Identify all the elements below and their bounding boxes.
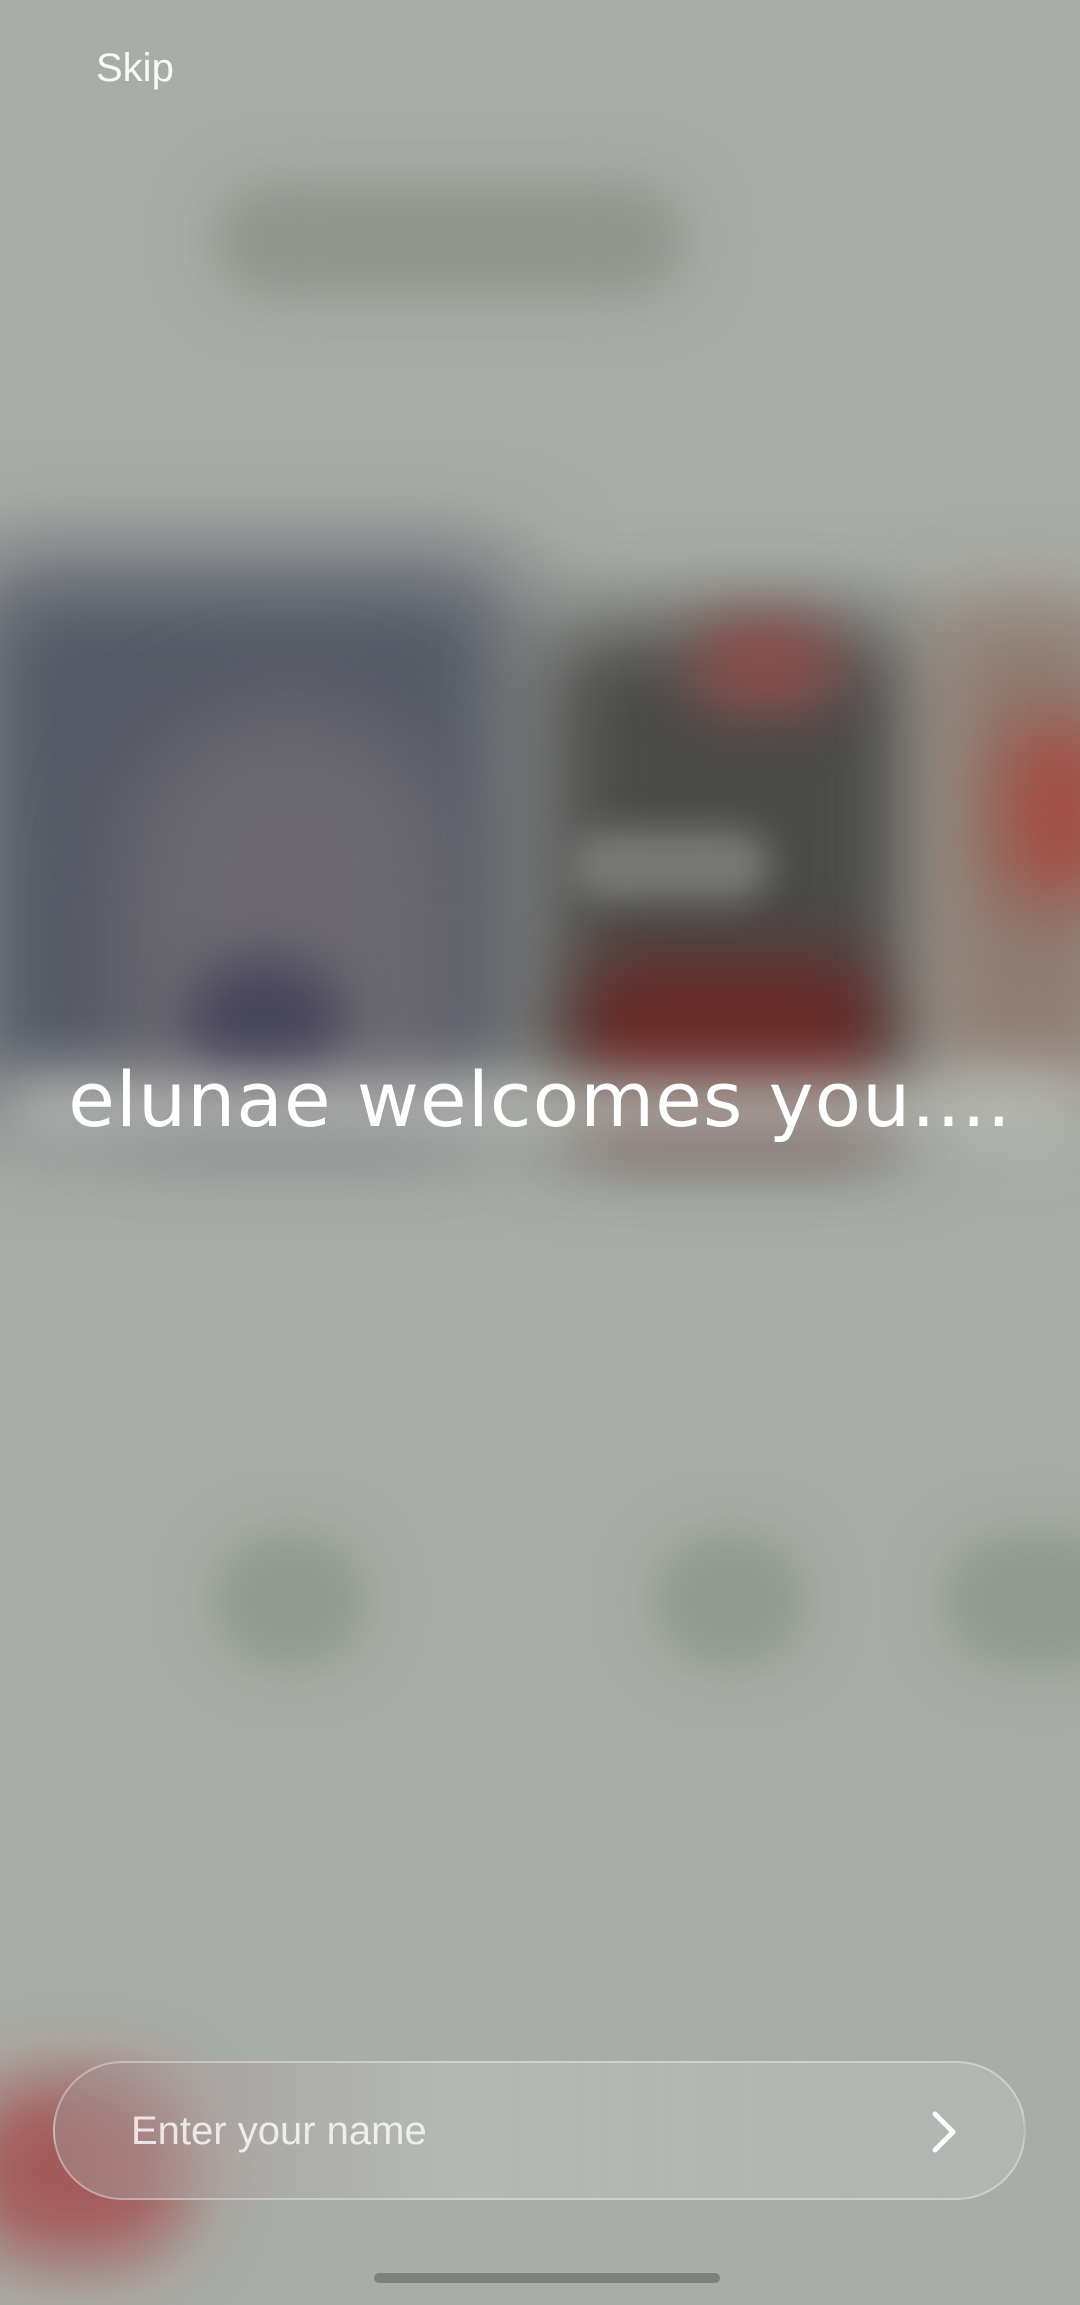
name-entry-bar — [53, 2061, 1026, 2200]
blurred-header-shape — [210, 180, 690, 300]
submit-name-button[interactable] — [910, 2097, 980, 2167]
home-indicator[interactable] — [374, 2273, 720, 2283]
blurred-card-center-text — [570, 830, 770, 900]
blurred-background — [0, 0, 1080, 2305]
blurred-circle-2 — [650, 1530, 810, 1670]
blurred-card-center-accent — [690, 620, 840, 710]
blurred-card-right-accent — [1000, 720, 1080, 900]
blurred-circle-1 — [210, 1530, 370, 1670]
skip-button[interactable]: Skip — [96, 46, 174, 91]
name-input[interactable] — [131, 2093, 831, 2169]
chevron-right-icon — [932, 2111, 956, 2153]
blurred-circle-3 — [940, 1530, 1080, 1670]
welcome-message: elunae welcomes you.... — [68, 1055, 1012, 1144]
